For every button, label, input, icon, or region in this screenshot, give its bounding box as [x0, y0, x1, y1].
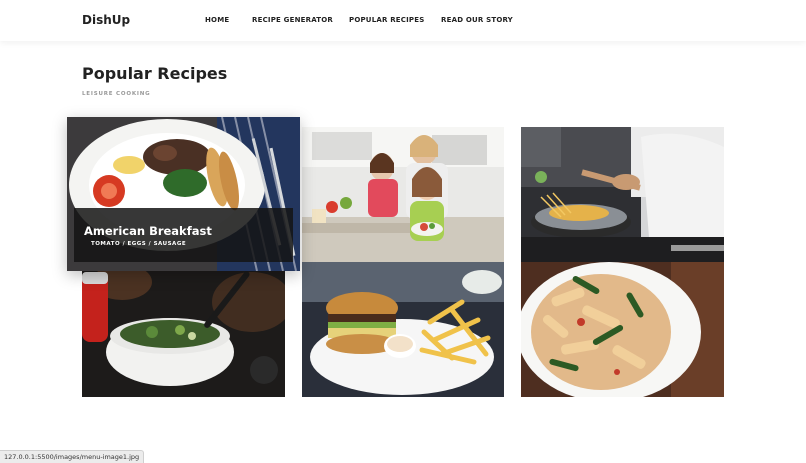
burger-fries-photo [302, 262, 504, 397]
nav-link-popular-recipes[interactable]: POPULAR RECIPES [349, 16, 424, 24]
nav-link-home[interactable]: HOME [205, 16, 229, 24]
recipe-title: American Breakfast [84, 224, 212, 238]
browser-status-url: 127.0.0.1:5500/images/menu-image1.jpg [0, 450, 145, 463]
recipe-card-stir-fry[interactable] [521, 262, 724, 397]
site-header: DishUp HOME RECIPE GENERATOR POPULAR REC… [0, 0, 806, 41]
nav-link-recipe-generator[interactable]: RECIPE GENERATOR [252, 16, 333, 24]
recipe-card-american-breakfast[interactable]: American Breakfast TOMATO / EGGS / SAUSA… [67, 117, 300, 271]
recipe-tags: TOMATO / EGGS / SAUSAGE [91, 241, 187, 247]
recipe-card-kids-kitchen[interactable] [302, 127, 504, 262]
section-title: Popular Recipes [82, 64, 228, 83]
salad-bowl-photo [82, 262, 285, 397]
recipe-card-chef-wok[interactable] [521, 127, 724, 262]
recipe-card-burger-fries[interactable] [302, 262, 504, 397]
recipe-card-salad-bowl[interactable] [82, 262, 285, 397]
section-subtitle: LEISURE COOKING [82, 91, 151, 97]
chef-wok-photo [521, 127, 724, 262]
nav-link-read-our-story[interactable]: READ OUR STORY [441, 16, 513, 24]
kids-kitchen-photo [302, 127, 504, 262]
brand-logo[interactable]: DishUp [82, 13, 130, 27]
stir-fry-photo [521, 262, 724, 397]
